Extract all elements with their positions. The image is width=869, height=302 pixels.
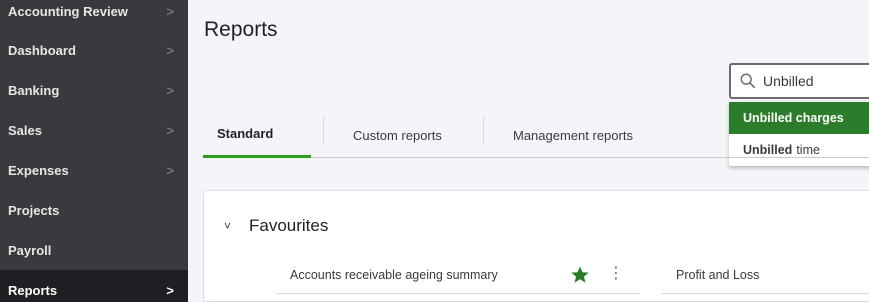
tab-custom-reports[interactable]: Custom reports	[353, 112, 442, 158]
search-icon	[740, 73, 756, 89]
sidebar-item-accounting-review[interactable]: Accounting Review >	[0, 0, 188, 31]
sidebar-item-banking[interactable]: Banking >	[0, 70, 188, 110]
report-link[interactable]: Profit and Loss	[676, 268, 759, 282]
chevron-right-icon: >	[166, 82, 174, 98]
sidebar-item-payroll[interactable]: Payroll	[0, 230, 188, 270]
chevron-right-icon: >	[166, 122, 174, 138]
page-title: Reports	[204, 18, 278, 41]
sidebar-item-label: Dashboard	[8, 42, 76, 58]
sidebar-item-label: Sales	[8, 122, 42, 138]
report-link[interactable]: Accounts receivable ageing summary	[290, 268, 498, 282]
sidebar-item-dashboard[interactable]: Dashboard >	[0, 30, 188, 70]
chevron-right-icon: >	[166, 3, 174, 19]
tab-management-reports[interactable]: Management reports	[513, 112, 633, 158]
more-options-icon[interactable]: ⋮	[608, 266, 624, 282]
search-box[interactable]	[729, 63, 869, 99]
sidebar: Accounting Review > Dashboard > Banking …	[0, 0, 188, 302]
tab-divider	[483, 116, 484, 144]
sidebar-item-label: Projects	[8, 202, 60, 218]
sidebar-item-expenses[interactable]: Expenses >	[0, 150, 188, 190]
section-title: Favourites	[249, 216, 329, 235]
sidebar-item-label: Banking	[8, 82, 60, 98]
chevron-right-icon: >	[166, 162, 174, 178]
sidebar-item-sales[interactable]: Sales >	[0, 110, 188, 150]
favourites-card: ˅ Favourites Accounts receivable ageing …	[203, 190, 869, 302]
tab-standard[interactable]: Standard	[203, 112, 311, 158]
search-input[interactable]	[763, 73, 869, 89]
report-row: Accounts receivable ageing summary ⋮	[276, 256, 640, 294]
chevron-right-icon: >	[166, 282, 174, 298]
report-row: Profit and Loss	[662, 256, 869, 294]
chevron-right-icon: >	[166, 42, 174, 58]
star-icon[interactable]	[570, 265, 590, 285]
tab-divider	[323, 116, 324, 144]
sidebar-item-label: Reports	[8, 282, 58, 298]
main-content: Reports Unbilled charges Unbilled time S…	[188, 0, 869, 302]
sidebar-item-reports[interactable]: Reports >	[0, 270, 188, 302]
chevron-down-icon[interactable]: ˅	[224, 219, 231, 233]
sidebar-item-label: Accounting Review	[8, 3, 128, 19]
sidebar-item-projects[interactable]: Projects	[0, 190, 188, 230]
sidebar-item-label: Expenses	[8, 162, 69, 178]
report-tabs: Standard Custom reports Management repor…	[203, 112, 869, 158]
sidebar-item-label: Payroll	[8, 242, 52, 258]
